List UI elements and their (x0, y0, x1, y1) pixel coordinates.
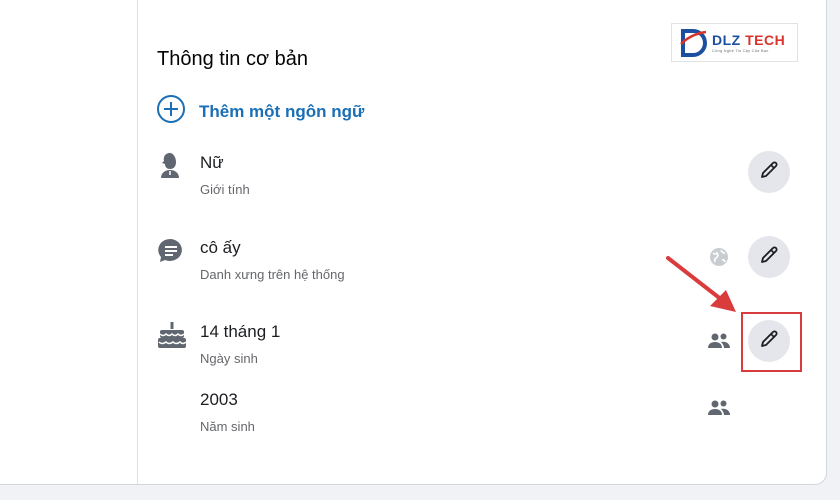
friends-icon[interactable] (708, 332, 730, 355)
highlight-box-annotation (741, 312, 802, 372)
birthday-label: Ngày sinh (200, 351, 258, 366)
gender-label: Giới tính (200, 182, 250, 197)
gender-edit-button[interactable] (748, 151, 790, 193)
birth-year-label: Năm sinh (200, 419, 255, 434)
dlz-tech-watermark-logo: DLZ TECH Công Nghệ Tin Cậy Của Bạn (671, 23, 798, 62)
pronoun-edit-button[interactable] (748, 236, 790, 278)
birthday-value: 14 tháng 1 (200, 322, 281, 341)
gender-icon (158, 151, 184, 184)
birth-year-value: 2003 (200, 390, 238, 409)
friends-icon[interactable] (708, 399, 730, 422)
watermark-brand: DLZ TECH (712, 32, 786, 48)
chat-bubble-icon (157, 237, 185, 270)
red-arrow-annotation (660, 252, 742, 323)
pencil-icon (758, 244, 780, 271)
pencil-icon (758, 159, 780, 186)
gender-value: Nữ (200, 153, 224, 172)
profile-about-card (0, 0, 827, 485)
pronoun-label: Danh xưng trên hệ thống (200, 267, 345, 282)
watermark-tagline: Công Nghệ Tin Cậy Của Bạn (712, 48, 769, 53)
section-title: Thông tin cơ bản (157, 48, 308, 70)
pronoun-value: cô ấy (200, 238, 241, 257)
add-language-button[interactable]: Thêm một ngôn ngữ (156, 94, 364, 129)
left-column-divider (137, 0, 138, 484)
add-language-label: Thêm một ngôn ngữ (199, 101, 365, 121)
birthday-cake-icon (157, 320, 187, 355)
dlz-logo-icon (680, 28, 708, 58)
plus-circle-icon (156, 94, 186, 129)
